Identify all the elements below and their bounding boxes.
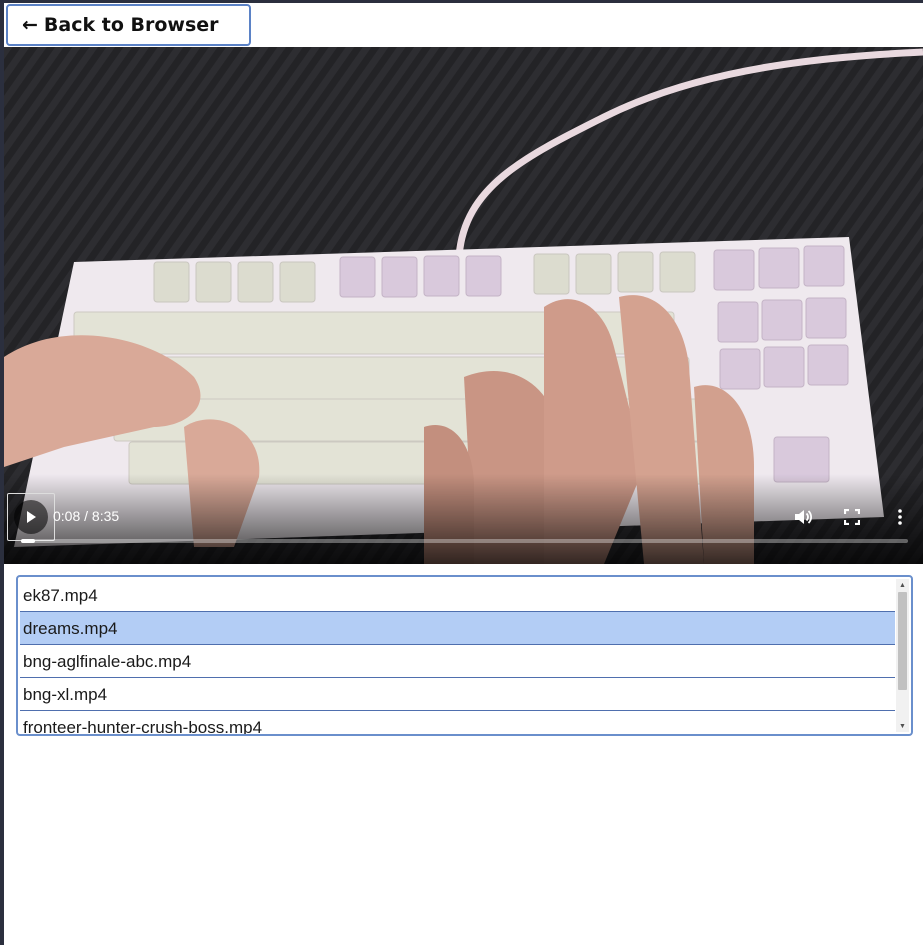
window-top-edge	[0, 0, 923, 3]
volume-icon	[795, 510, 813, 524]
scroll-up-arrow-icon[interactable]: ▲	[896, 579, 909, 591]
list-item[interactable]: bng-aglfinale-abc.mp4	[20, 645, 895, 678]
video-player[interactable]: 0:08 / 8:35	[4, 47, 923, 564]
seek-bar-played	[21, 539, 36, 543]
time-display: 0:08 / 8:35	[53, 508, 119, 524]
back-button-label: Back to Browser	[43, 14, 219, 36]
back-arrow-icon: ←	[22, 14, 38, 36]
video-file-list-items: ek87.mp4 dreams.mp4 bng-aglfinale-abc.mp4 b…	[20, 579, 895, 734]
more-options-icon	[898, 509, 902, 525]
list-item[interactable]: ek87.mp4	[20, 579, 895, 612]
scroll-down-arrow-icon[interactable]: ▼	[896, 720, 909, 732]
list-scrollbar[interactable]: ▲ ▼	[896, 579, 909, 732]
list-item[interactable]: fronteer-hunter-crush-boss.mp4	[20, 711, 895, 734]
fullscreen-icon	[844, 509, 860, 525]
current-time: 0:08	[53, 508, 81, 524]
list-item[interactable]: dreams.mp4	[20, 612, 895, 645]
time-separator: /	[80, 508, 92, 524]
duration: 8:35	[91, 508, 120, 524]
list-item[interactable]: bng-xl.mp4	[20, 678, 895, 711]
more-options-button[interactable]	[888, 505, 912, 529]
play-button[interactable]	[7, 493, 55, 541]
play-icon	[27, 511, 36, 523]
back-to-browser-button[interactable]: ← Back to Browser	[6, 4, 251, 46]
seek-bar[interactable]	[21, 539, 908, 543]
video-file-list[interactable]: ek87.mp4 dreams.mp4 bng-aglfinale-abc.mp4 b…	[16, 575, 913, 736]
controls-overlay	[4, 474, 923, 564]
fullscreen-button[interactable]	[840, 505, 864, 529]
scrollbar-thumb[interactable]	[898, 592, 907, 690]
volume-button[interactable]	[791, 505, 815, 529]
